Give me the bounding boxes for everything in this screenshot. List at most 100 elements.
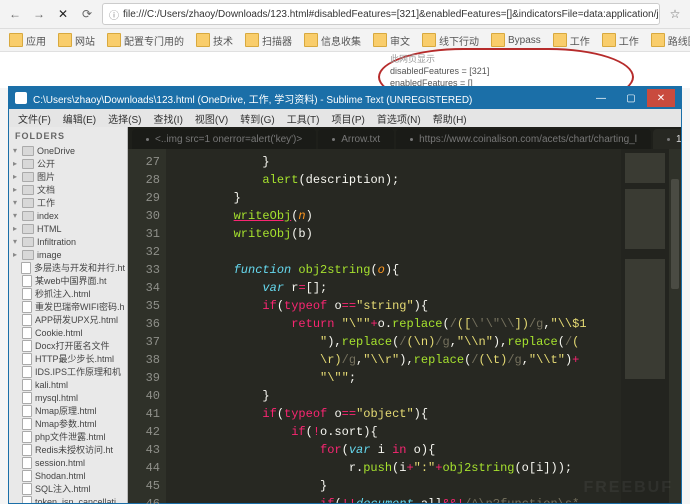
reload-button[interactable]: ⟳ <box>78 5 96 23</box>
editor[interactable]: 27 28 29 30 31 32 33 34 35 36 37 38 39 4… <box>128 149 681 503</box>
scrollbar-thumb[interactable] <box>671 179 679 289</box>
sidebar[interactable]: FOLDERS ▾OneDrive▸公开▸图片▸文档▾工作▾index▸HTML… <box>9 127 128 503</box>
file-icon <box>22 327 32 339</box>
folder-icon <box>22 211 34 221</box>
file-icon <box>22 418 32 430</box>
tree-folder[interactable]: ▾index <box>11 210 125 223</box>
minimap[interactable] <box>621 149 669 503</box>
file-icon <box>22 444 32 456</box>
file-icon <box>22 366 32 378</box>
menu-item[interactable]: 转到(G) <box>235 109 279 128</box>
bookmark-item[interactable]: 技术 <box>191 31 238 50</box>
forward-button[interactable]: → <box>30 5 48 23</box>
tree-folder[interactable]: ▸HTML <box>11 223 125 236</box>
tree-file[interactable]: APP研发UPX兄.html <box>11 314 125 327</box>
tree-file[interactable]: 某web中国界面.ht <box>11 275 125 288</box>
menu-item[interactable]: 选择(S) <box>103 109 146 128</box>
menu-item[interactable]: 查找(I) <box>148 109 187 128</box>
editor-tab[interactable]: 123.html <box>653 129 681 149</box>
file-icon <box>22 340 32 352</box>
bookmark-label: 配置专门用的 <box>124 33 184 48</box>
folder-icon <box>651 33 665 47</box>
tree-label: HTML <box>37 223 62 235</box>
tree-file[interactable]: Nmap原理.html <box>11 405 125 418</box>
bookmark-item[interactable]: 扫描器 <box>240 31 297 50</box>
file-icon <box>22 405 32 417</box>
bookmark-item[interactable]: 工作 <box>548 31 595 50</box>
tree-folder[interactable]: ▾OneDrive <box>11 145 125 158</box>
editor-tab[interactable]: https://www.coinalison.com/acets/chart/c… <box>396 129 651 149</box>
window-close-button[interactable]: ✕ <box>647 89 675 107</box>
address-bar[interactable]: ⓘ file:///C:/Users/zhaoy/Downloads/123.h… <box>102 3 660 25</box>
menu-item[interactable]: 项目(P) <box>327 109 370 128</box>
menu-item[interactable]: 文件(F) <box>13 109 56 128</box>
star-button[interactable]: ☆ <box>666 5 684 23</box>
close-tab-button[interactable]: ✕ <box>54 5 72 23</box>
editor-tab[interactable]: Arrow.txt <box>318 129 394 149</box>
bookmark-item[interactable]: 网站 <box>53 31 100 50</box>
bookmark-item[interactable]: 信息收集 <box>299 31 366 50</box>
tree-label: 工作 <box>37 197 55 209</box>
tree-file[interactable]: IDS.IPS工作原理和机 <box>11 366 125 379</box>
tree-file[interactable]: Shodan.html <box>11 470 125 483</box>
bookmark-item[interactable]: 工作 <box>597 31 644 50</box>
maximize-button[interactable]: ▢ <box>617 89 645 107</box>
tab-label: https://www.coinalison.com/acets/chart/c… <box>419 134 637 145</box>
tree-file[interactable]: token_isn_cancellati <box>11 496 125 503</box>
tree-file[interactable]: mysql.html <box>11 392 125 405</box>
editor-tab[interactable]: <..img src=1 onerror=alert('key')> <box>132 129 316 149</box>
tree-folder[interactable]: ▸公开 <box>11 158 125 171</box>
tree-file[interactable]: 秒抓注入.html <box>11 288 125 301</box>
tree-folder[interactable]: ▸文档 <box>11 184 125 197</box>
menu-item[interactable]: 帮助(H) <box>428 109 472 128</box>
tree-file[interactable]: kali.html <box>11 379 125 392</box>
tree-folder[interactable]: ▸图片 <box>11 171 125 184</box>
bookmark-item[interactable]: 应用 <box>4 31 51 50</box>
tree-file[interactable]: 多层迭与开发和并行.ht <box>11 262 125 275</box>
tree-file[interactable]: SQL注入.html <box>11 483 125 496</box>
bookmark-item[interactable]: 配置专门用的 <box>102 31 189 50</box>
code-area[interactable]: } alert(description); } writeObj(n) writ… <box>166 149 621 503</box>
folder-icon <box>22 146 34 156</box>
tree-file[interactable]: 重发巴瑞帝WIFI密码.h <box>11 301 125 314</box>
folder-icon <box>196 33 210 47</box>
sidebar-header: FOLDERS <box>9 127 127 145</box>
expand-icon: ▸ <box>11 171 19 183</box>
page-content: 此网页显示 disabledFeatures = [321] enabledFe… <box>0 52 690 88</box>
file-icon <box>22 379 32 391</box>
bookmark-label: 线下行动 <box>439 33 479 48</box>
bookmark-item[interactable]: Bypass <box>486 31 546 49</box>
tree-file[interactable]: php文件泄露.html <box>11 431 125 444</box>
minimize-button[interactable]: — <box>587 89 615 107</box>
menu-item[interactable]: 编辑(E) <box>58 109 101 128</box>
expand-icon: ▾ <box>11 236 19 248</box>
tree-folder[interactable]: ▾工作 <box>11 197 125 210</box>
tree-file[interactable]: Redis未授权访问.ht <box>11 444 125 457</box>
tree-file[interactable]: Cookie.html <box>11 327 125 340</box>
expand-icon: ▸ <box>11 184 19 196</box>
bookmark-item[interactable]: 线下行动 <box>417 31 484 50</box>
menu-item[interactable]: 首选项(N) <box>372 109 426 128</box>
vertical-scrollbar[interactable] <box>669 149 681 503</box>
tree-folder[interactable]: ▾Infiltration <box>11 236 125 249</box>
bookmark-item[interactable]: 审文 <box>368 31 415 50</box>
tree-label: 某web中国界面.ht <box>35 275 107 287</box>
bookmark-label: 扫描器 <box>262 33 292 48</box>
menu-item[interactable]: 视图(V) <box>190 109 233 128</box>
menu-item[interactable]: 工具(T) <box>282 109 325 128</box>
tree-label: Redis未授权访问.ht <box>35 444 113 456</box>
tree-file[interactable]: HTTP最少步长.html <box>11 353 125 366</box>
tree-file[interactable]: Docx打开匿名文件 <box>11 340 125 353</box>
file-icon <box>22 470 32 482</box>
folder-icon <box>22 224 34 234</box>
tree-folder[interactable]: ▸image <box>11 249 125 262</box>
back-button[interactable]: ← <box>6 5 24 23</box>
bookmark-item[interactable]: 路线图 <box>646 31 690 50</box>
tab-label: Arrow.txt <box>341 134 380 145</box>
bookmark-label: 工作 <box>619 33 639 48</box>
tree-file[interactable]: session.html <box>11 457 125 470</box>
window-titlebar[interactable]: C:\Users\zhaoy\Downloads\123.html (OneDr… <box>9 87 681 109</box>
tree-file[interactable]: Nmap参数.html <box>11 418 125 431</box>
tree-label: image <box>37 249 62 261</box>
tree-label: 多层迭与开发和并行.ht <box>34 262 125 274</box>
